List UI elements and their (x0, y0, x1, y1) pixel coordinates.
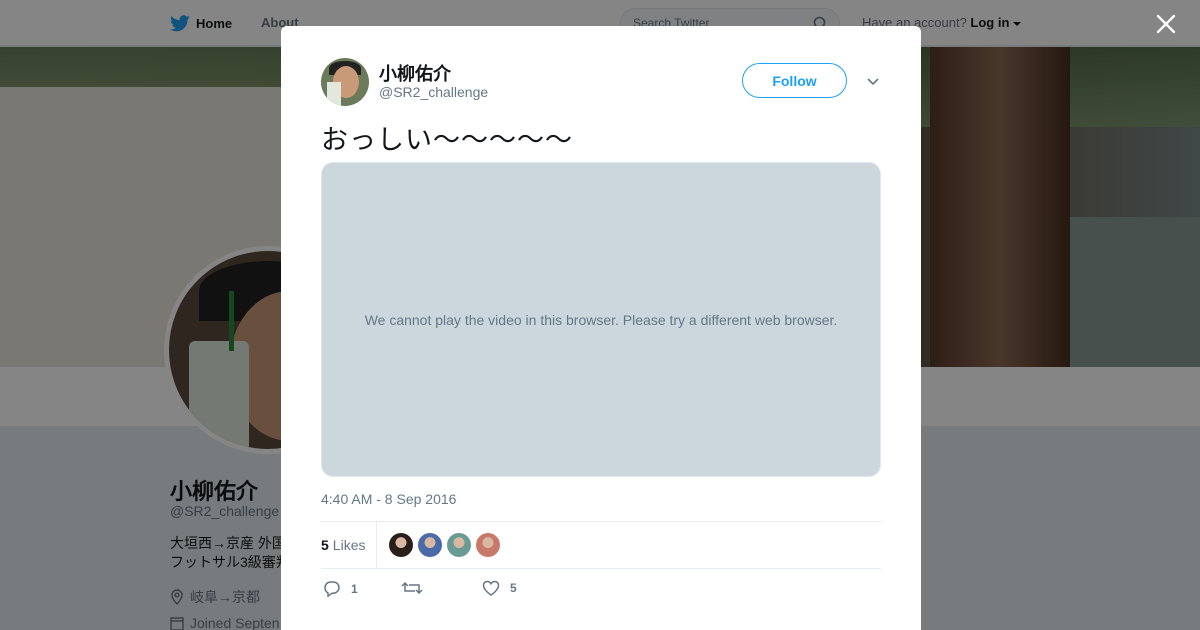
liker-avatar[interactable] (418, 533, 442, 557)
likes-count: 5 (321, 537, 329, 553)
chevron-down-icon[interactable] (864, 72, 882, 90)
video-error-message: We cannot play the video in this browser… (364, 311, 838, 328)
liker-avatar[interactable] (447, 533, 471, 557)
liker-avatar[interactable] (476, 533, 500, 557)
stats-divider (376, 522, 377, 569)
tweet-stats: 5 Likes (321, 521, 881, 569)
retweet-button[interactable] (401, 580, 433, 596)
follow-button[interactable]: Follow (742, 63, 847, 98)
liker-avatar[interactable] (389, 533, 413, 557)
liker-avatars (389, 533, 500, 557)
reply-count: 1 (351, 581, 358, 596)
tweet-timestamp[interactable]: 4:40 AM - 8 Sep 2016 (321, 491, 456, 507)
tw-avatar-cup (327, 82, 341, 106)
heart-icon (482, 580, 500, 596)
tweet-modal: 小柳佑介 @SR2_challenge Follow おっしい～～～～～ We … (281, 26, 921, 630)
tweet-author-handle[interactable]: @SR2_challenge (379, 84, 488, 100)
tweet-author-name[interactable]: 小柳佑介 (379, 60, 451, 86)
reply-button[interactable]: 1 (323, 580, 358, 597)
tweet-text: おっしい～～～～～ (321, 125, 573, 155)
like-button[interactable]: 5 (482, 580, 517, 596)
tweet-actions: 1 5 (321, 578, 881, 602)
likes-stat[interactable]: 5 Likes (321, 537, 365, 553)
likes-label: Likes (332, 537, 366, 553)
like-count: 5 (510, 581, 517, 595)
retweet-icon (401, 581, 423, 595)
video-player[interactable]: We cannot play the video in this browser… (321, 162, 881, 477)
reply-icon (324, 581, 340, 597)
close-icon[interactable] (1154, 12, 1178, 36)
tweet-author-avatar[interactable] (321, 58, 369, 106)
